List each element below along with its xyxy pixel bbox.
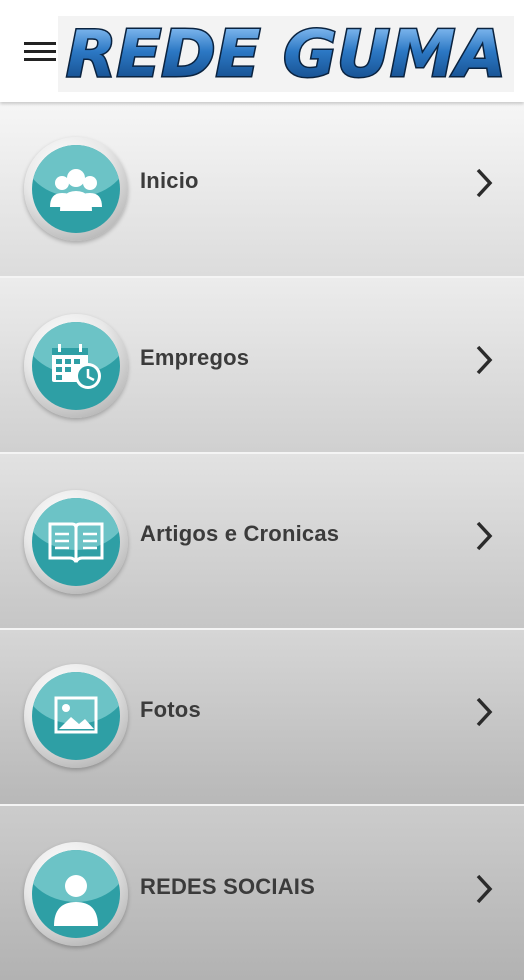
users-group-icon <box>50 169 102 211</box>
app-logo: REDE GUMA <box>58 16 514 92</box>
chevron-right-icon <box>476 697 493 727</box>
chevron-right-icon <box>476 874 493 904</box>
menu-item-icon-badge <box>24 490 128 594</box>
menu-item-label: REDES SOCIAIS <box>140 874 315 899</box>
app-header: REDE GUMA <box>0 0 524 102</box>
hamburger-menu-icon[interactable] <box>24 38 58 66</box>
chevron-right-icon <box>476 521 493 551</box>
menu-item-label: Artigos e Cronicas <box>140 521 340 546</box>
menu-item-redes-sociais[interactable]: REDES SOCIAIS <box>0 804 524 980</box>
menu-item-label: Inicio <box>140 168 199 193</box>
chevron-right-icon <box>476 168 493 198</box>
logo-text: REDE GUMA <box>66 18 506 92</box>
chevron-right-icon <box>476 345 493 375</box>
menu-item-inicio[interactable]: Inicio <box>0 100 524 276</box>
person-icon <box>54 875 98 926</box>
menu-item-empregos[interactable]: Empregos <box>0 276 524 452</box>
menu-item-artigos[interactable]: Artigos e Cronicas <box>0 452 524 628</box>
picture-icon <box>54 696 98 734</box>
menu-item-fotos[interactable]: Fotos <box>0 628 524 804</box>
calendar-clock-icon <box>52 344 101 389</box>
menu-item-icon-badge <box>24 137 128 241</box>
open-book-icon <box>48 522 104 563</box>
menu-item-icon-badge <box>24 314 128 418</box>
menu-item-icon-badge <box>24 664 128 768</box>
main-menu: Inicio Empregos Artigos e Cronicas Fotos… <box>0 100 524 980</box>
menu-item-label: Fotos <box>140 697 201 722</box>
menu-item-icon-badge <box>24 842 128 946</box>
menu-item-label: Empregos <box>140 345 250 370</box>
